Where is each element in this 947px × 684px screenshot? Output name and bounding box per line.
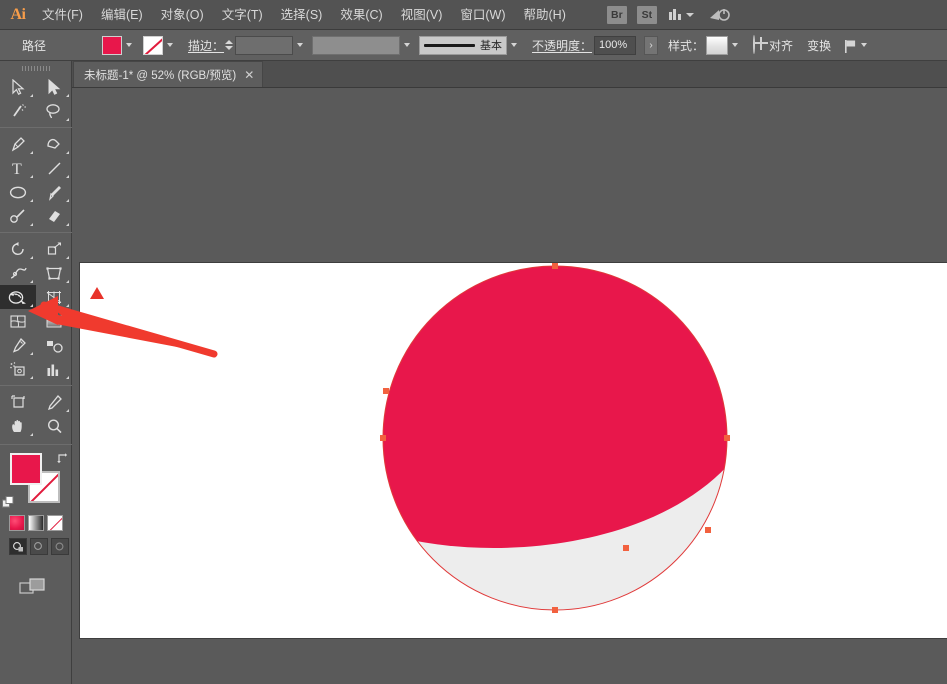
stroke-profile-input[interactable] bbox=[312, 35, 401, 55]
swap-fill-stroke-icon[interactable] bbox=[56, 451, 68, 464]
gradient-tool[interactable] bbox=[36, 309, 72, 333]
artboard-tool[interactable] bbox=[0, 390, 36, 414]
opacity-more-button[interactable]: › bbox=[644, 35, 659, 55]
ellipse-tool[interactable] bbox=[0, 180, 36, 204]
lasso-tool[interactable] bbox=[36, 99, 72, 123]
draw-inside-button[interactable] bbox=[51, 538, 69, 555]
graphic-style-swatch[interactable] bbox=[706, 35, 729, 55]
fill-proxy-swatch[interactable] bbox=[10, 453, 42, 485]
canvas-area[interactable] bbox=[72, 88, 947, 684]
default-fill-stroke-icon[interactable] bbox=[2, 496, 15, 509]
slice-tool[interactable] bbox=[36, 390, 72, 414]
close-icon[interactable]: ✕ bbox=[244, 69, 254, 81]
color-mode-color-button[interactable] bbox=[9, 515, 25, 531]
color-mode-gradient-button[interactable] bbox=[28, 515, 44, 531]
symbol-sprayer-tool[interactable] bbox=[0, 357, 36, 381]
screen-mode-button[interactable] bbox=[0, 572, 72, 602]
menu-bar: Ai 文件(F) 编辑(E) 对象(O) 文字(T) 选择(S) 效果(C) 视… bbox=[0, 0, 947, 30]
pen-tool[interactable] bbox=[0, 132, 36, 156]
brush-preview-icon bbox=[424, 43, 476, 47]
eraser-tool[interactable] bbox=[36, 204, 72, 228]
fill-stroke-proxy bbox=[0, 451, 72, 513]
line-segment-tool[interactable] bbox=[36, 156, 72, 180]
stroke-color-swatch[interactable] bbox=[143, 35, 163, 55]
paintbrush-tool[interactable] bbox=[36, 180, 72, 204]
illustrator-window: Ai 文件(F) 编辑(E) 对象(O) 文字(T) 选择(S) 效果(C) 视… bbox=[0, 0, 947, 684]
stroke-weight-stepper[interactable] bbox=[224, 36, 233, 55]
stock-button[interactable]: St bbox=[636, 5, 657, 24]
document-tab-title: 未标题-1* @ 52% (RGB/预览) bbox=[84, 69, 237, 82]
fill-dropdown-arrow[interactable] bbox=[122, 36, 135, 55]
stroke-weight-dropdown-arrow[interactable] bbox=[293, 36, 306, 55]
menu-type[interactable]: 文字(T) bbox=[213, 0, 272, 30]
chevron-down-icon bbox=[685, 12, 694, 17]
menu-help[interactable]: 帮助(H) bbox=[515, 0, 575, 30]
stroke-weight-label: 描边： bbox=[188, 38, 225, 53]
document-tab-bar: 未标题-1* @ 52% (RGB/预览) ✕ bbox=[0, 61, 947, 88]
type-tool[interactable]: T bbox=[0, 156, 36, 180]
menu-window[interactable]: 窗口(W) bbox=[451, 0, 514, 30]
artboard[interactable] bbox=[80, 263, 947, 638]
mesh-tool[interactable] bbox=[0, 309, 36, 333]
free-transform-tool[interactable] bbox=[36, 261, 72, 285]
svg-text:T: T bbox=[12, 161, 22, 177]
screen-mode-icon bbox=[19, 578, 45, 594]
stroke-dropdown-arrow[interactable] bbox=[163, 36, 176, 55]
rotate-tool[interactable] bbox=[0, 237, 36, 261]
tools-panel: T bbox=[0, 61, 72, 684]
workspace-switcher[interactable] bbox=[668, 9, 694, 20]
stroke-profile-dropdown-arrow[interactable] bbox=[400, 36, 413, 55]
align-button[interactable]: 对齐 bbox=[769, 37, 793, 54]
tools-panel-grip[interactable] bbox=[0, 61, 71, 75]
power-button[interactable] bbox=[708, 7, 730, 23]
menu-effect[interactable]: 效果(C) bbox=[331, 0, 391, 30]
stroke-weight-input[interactable] bbox=[235, 35, 294, 55]
magic-wand-tool[interactable] bbox=[0, 99, 36, 123]
width-tool[interactable] bbox=[0, 261, 36, 285]
anchor-point-flag-icon[interactable] bbox=[843, 38, 857, 53]
menu-view[interactable]: 视图(V) bbox=[392, 0, 452, 30]
menu-edit[interactable]: 编辑(E) bbox=[92, 0, 152, 30]
workspace-icon bbox=[668, 9, 681, 20]
direct-selection-tool[interactable] bbox=[36, 75, 72, 99]
control-tool-label: 路径 bbox=[22, 38, 47, 53]
style-label: 样式： bbox=[668, 38, 705, 53]
control-bar: 路径 描边： 基本 不透明度： 100% › 样式： 对齐 变换 bbox=[0, 30, 947, 61]
scale-tool[interactable] bbox=[36, 237, 72, 261]
menu-select[interactable]: 选择(S) bbox=[272, 0, 332, 30]
selection-tool[interactable] bbox=[0, 75, 36, 99]
drawing-mode-buttons bbox=[0, 538, 72, 560]
power-icon bbox=[709, 8, 730, 21]
draw-behind-button[interactable] bbox=[30, 538, 48, 555]
draw-normal-button[interactable] bbox=[9, 538, 27, 555]
menu-file[interactable]: 文件(F) bbox=[33, 0, 92, 30]
perspective-grid-tool[interactable] bbox=[36, 285, 72, 309]
artwork-svg bbox=[380, 263, 730, 613]
color-mode-none-button[interactable] bbox=[47, 515, 63, 531]
style-dropdown-arrow[interactable] bbox=[728, 36, 741, 55]
bridge-button[interactable]: Br bbox=[606, 5, 627, 24]
recolor-artwork-button[interactable] bbox=[753, 35, 756, 54]
curvature-tool[interactable] bbox=[36, 132, 72, 156]
transform-button[interactable]: 变换 bbox=[807, 37, 831, 54]
opacity-input[interactable]: 100% bbox=[594, 35, 637, 55]
zoom-tool[interactable] bbox=[36, 414, 72, 438]
document-tab[interactable]: 未标题-1* @ 52% (RGB/预览) ✕ bbox=[73, 61, 264, 87]
pencil-tool[interactable] bbox=[0, 204, 36, 228]
hand-tool[interactable] bbox=[0, 414, 36, 438]
color-wheel-icon bbox=[753, 35, 756, 54]
blend-tool[interactable] bbox=[36, 333, 72, 357]
eyedropper-tool[interactable] bbox=[0, 333, 36, 357]
menu-object[interactable]: 对象(O) bbox=[152, 0, 213, 30]
brush-dropdown-arrow[interactable] bbox=[507, 36, 520, 55]
brush-name-label: 基本 bbox=[480, 40, 503, 52]
opacity-label: 不透明度： bbox=[532, 38, 593, 53]
app-logo-icon: Ai bbox=[10, 5, 27, 23]
brush-definition-select[interactable]: 基本 bbox=[419, 35, 508, 55]
shape-builder-tool[interactable] bbox=[0, 285, 36, 309]
color-mode-buttons bbox=[0, 515, 72, 535]
fill-color-swatch[interactable] bbox=[102, 35, 122, 55]
column-graph-tool[interactable] bbox=[36, 357, 72, 381]
tool-grid: T bbox=[0, 75, 72, 438]
